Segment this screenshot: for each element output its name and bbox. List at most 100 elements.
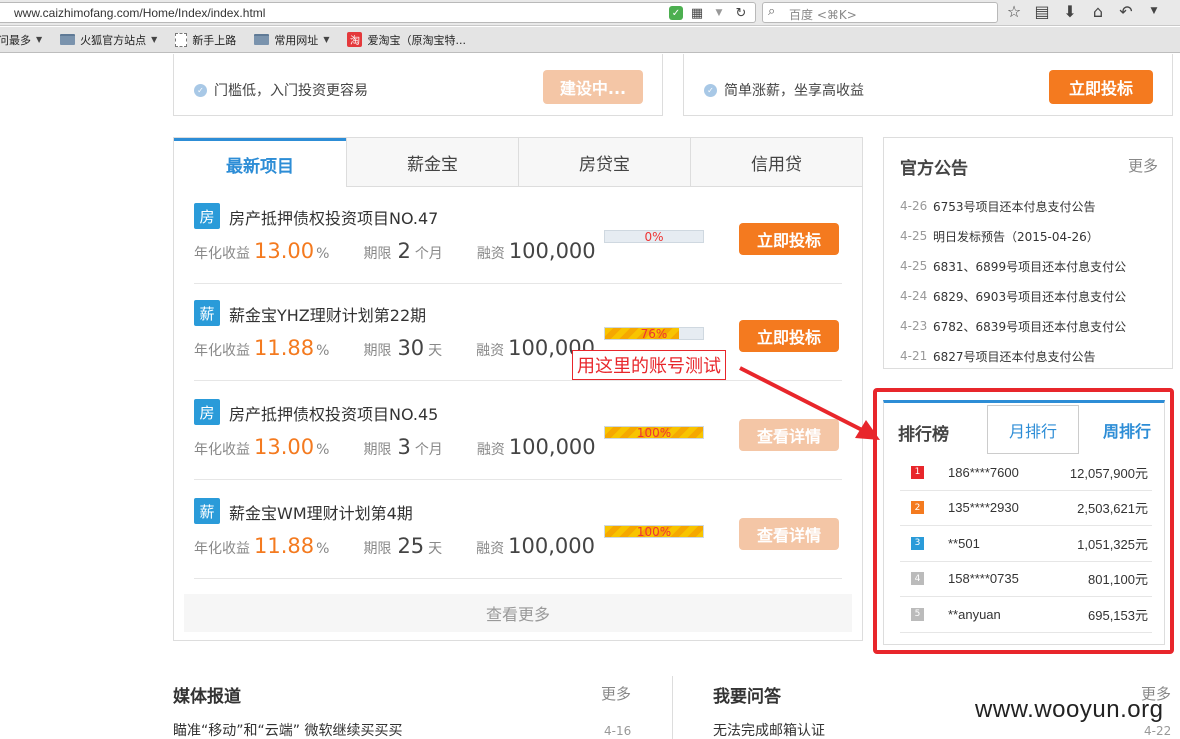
amount-label: 融资 [476, 442, 505, 458]
rate-percent: % [316, 442, 330, 458]
progress-label: 0% [644, 230, 664, 243]
feature-card-salary: ✓ 简单涨薪，坐享高收益 立即投标 [683, 54, 1173, 116]
chevron-down-icon: ▼ [151, 35, 158, 44]
reader-icon[interactable]: ▤ [1034, 2, 1050, 21]
bookmark-label: 问最多 [0, 33, 31, 47]
url-text[interactable]: www.caizhimofang.com/Home/Index/index.ht… [14, 6, 265, 20]
see-more-button[interactable]: 查看更多 [184, 594, 852, 632]
project-title-link[interactable]: 薪金宝WM理财计划第4期 [229, 500, 413, 524]
project-title-link[interactable]: 房产抵押债权投资项目NO.45 [229, 401, 438, 425]
tab-salary-treasure[interactable]: 薪金宝 [346, 138, 518, 187]
dropdown-icon[interactable]: ▼ [711, 5, 727, 21]
rate-value: 11.88 [254, 336, 315, 360]
notice-date: 4-24 [900, 289, 928, 303]
feature-text: 简单涨薪，坐享高收益 [724, 83, 864, 99]
media-title: 媒体报道 [173, 687, 241, 707]
term-value: 30 [397, 336, 425, 360]
notice-date: 4-26 [900, 199, 928, 213]
download-icon[interactable]: ⬇ [1062, 2, 1078, 21]
notice-more-link[interactable]: 更多 [1128, 155, 1158, 176]
notice-item[interactable]: 4-21 6827号项目还本付息支付公告 [900, 341, 1162, 371]
amount-label: 融资 [476, 246, 505, 262]
project-meta: 年化收益 13.00% 期限 2 个月 融资 100,000 [194, 239, 596, 263]
tab-latest-projects[interactable]: 最新项目 [174, 138, 346, 187]
menu-icon[interactable]: ▼ [1146, 3, 1162, 19]
progress-bar: 76% [604, 327, 704, 340]
bookmark-ai-taobao[interactable]: 淘 爱淘宝（原淘宝特... [347, 32, 466, 48]
tab-credit-loan[interactable]: 信用贷 [690, 138, 862, 187]
project-title-link[interactable]: 薪金宝YHZ理财计划第22期 [229, 302, 426, 326]
term-unit: 个月 [414, 442, 443, 458]
bookmark-getting-started[interactable]: 新手上路 [175, 32, 236, 48]
progress-label: 76% [640, 327, 668, 340]
reload-icon[interactable]: ↻ [733, 5, 749, 21]
project-row: 薪薪金宝WM理财计划第4期 年化收益 11.88% 期限 25 天 融资 100,000 100… [194, 482, 842, 579]
term-label: 期限 [363, 246, 392, 262]
home-icon[interactable]: ⌂ [1090, 2, 1106, 21]
notice-text: 6829、6903号项目还本付息支付公 [933, 289, 1127, 304]
amount-label: 融资 [476, 343, 505, 359]
bookmark-firefox-sites[interactable]: 火狐官方站点 ▼ [60, 32, 157, 48]
chevron-down-icon: ▼ [36, 35, 43, 44]
invest-now-button[interactable]: 立即投标 [1049, 70, 1153, 104]
project-type-badge: 房 [194, 399, 220, 425]
notice-text: 明日发标预告（2015-04-26） [933, 229, 1099, 244]
invest-now-button[interactable]: 立即投标 [739, 223, 839, 255]
notice-date: 4-25 [900, 229, 928, 243]
view-details-button[interactable]: 查看详情 [739, 518, 839, 550]
qa-item-date: 4-22 [1144, 724, 1172, 738]
rate-percent: % [316, 246, 330, 262]
notice-date: 4-25 [900, 259, 928, 273]
check-icon: ✓ [194, 83, 207, 97]
watermark: www.wooyun.org [975, 696, 1164, 723]
notice-item[interactable]: 4-25 明日发标预告（2015-04-26） [900, 221, 1162, 251]
project-type-badge: 房 [194, 203, 220, 229]
rate-value: 11.88 [254, 534, 315, 558]
progress-bar: 0% [604, 230, 704, 243]
star-icon[interactable]: ☆ [1006, 2, 1022, 21]
notice-date: 4-21 [900, 349, 928, 363]
bookmark-label: 新手上路 [192, 33, 237, 47]
notice-item[interactable]: 4-24 6829、6903号项目还本付息支付公 [900, 281, 1162, 311]
notice-item[interactable]: 4-26 6753号项目还本付息支付公告 [900, 191, 1162, 221]
term-unit: 个月 [414, 246, 443, 262]
term-unit: 天 [428, 541, 443, 557]
qa-item-link[interactable]: 无法完成邮箱认证 [713, 720, 825, 739]
project-type-badge: 薪 [194, 498, 220, 524]
bookmark-most-visited[interactable]: 问最多 ▼ [0, 32, 42, 48]
annotation-label: 用这里的账号测试 [572, 350, 726, 380]
taobao-icon: 淘 [347, 32, 363, 47]
tab-mortgage-treasure[interactable]: 房贷宝 [518, 138, 690, 187]
rate-label: 年化收益 [194, 343, 250, 359]
term-value: 2 [397, 239, 411, 263]
bookmark-common-sites[interactable]: 常用网址 ▼ [254, 32, 329, 48]
projects-panel: 最新项目 薪金宝 房贷宝 信用贷 房房产抵押债权投资项目NO.47 年化收益 13.… [173, 137, 863, 641]
project-tabs: 最新项目 薪金宝 房贷宝 信用贷 [174, 138, 862, 187]
notice-item[interactable]: 4-23 6782、6839号项目还本付息支付公 [900, 311, 1162, 341]
page-icon [175, 32, 188, 47]
invest-now-button[interactable]: 立即投标 [739, 320, 839, 352]
project-row: 房房产抵押债权投资项目NO.47 年化收益 13.00% 期限 2 个月 融资 100,000… [194, 187, 842, 284]
back-icon[interactable]: ↶ [1118, 2, 1134, 21]
term-label: 期限 [363, 343, 392, 359]
view-details-button[interactable]: 查看详情 [739, 419, 839, 451]
search-input[interactable]: 百度 <⌘K> [789, 6, 857, 23]
project-title-link[interactable]: 房产抵押债权投资项目NO.47 [229, 205, 438, 229]
qr-icon[interactable]: ▦ [689, 5, 705, 21]
notice-text: 6831、6899号项目还本付息支付公 [933, 259, 1127, 274]
check-icon: ✓ [704, 83, 717, 97]
feature-text: 门槛低，入门投资更容易 [214, 83, 368, 99]
rate-value: 13.00 [254, 239, 315, 263]
search-box[interactable]: ⌕ 百度 <⌘K> [762, 2, 998, 23]
project-row: 房房产抵押债权投资项目NO.45 年化收益 13.00% 期限 3 个月 融资 100,000… [194, 383, 842, 480]
notice-item[interactable]: 4-25 6831、6899号项目还本付息支付公 [900, 251, 1162, 281]
shield-icon[interactable]: ✓ [669, 6, 683, 20]
address-bar[interactable]: www.caizhimofang.com/Home/Index/index.ht… [0, 2, 756, 23]
under-construction-button[interactable]: 建设中... [543, 70, 643, 104]
media-more-link[interactable]: 更多 [601, 683, 631, 704]
media-item-link[interactable]: 瞄准“移动”和“云端” 微软继续买买买 [173, 720, 402, 739]
term-label: 期限 [363, 541, 392, 557]
amount-value: 100,000 [508, 435, 596, 459]
progress-bar: 100% [604, 525, 704, 538]
amount-value: 100,000 [508, 534, 596, 558]
